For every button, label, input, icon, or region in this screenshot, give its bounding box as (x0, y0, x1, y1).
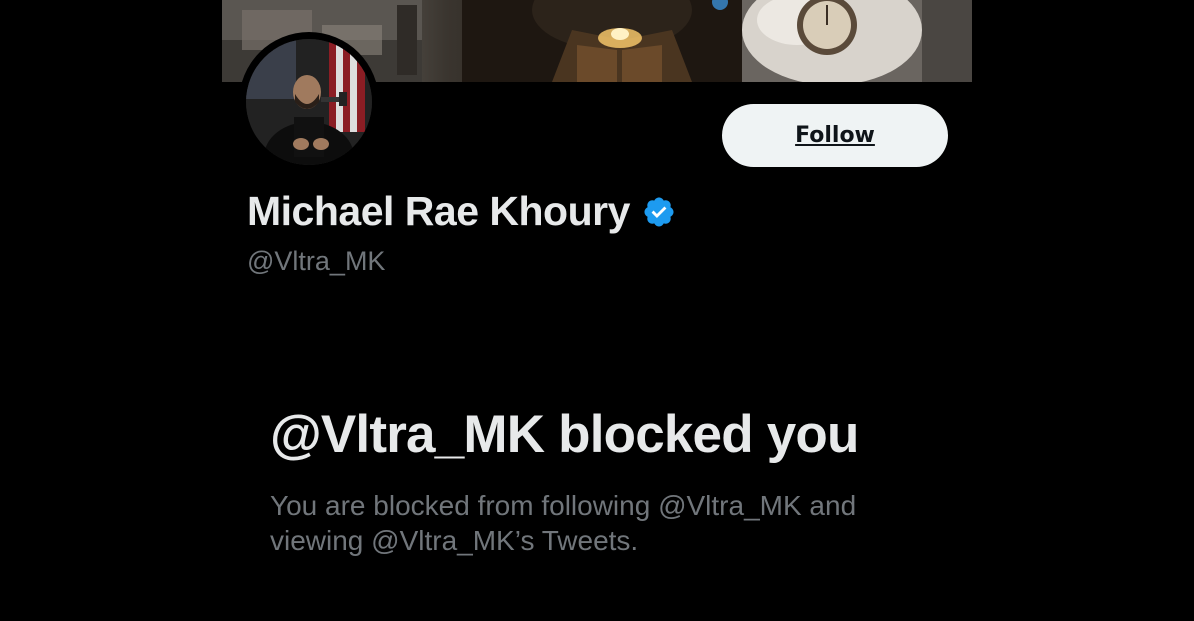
profile-page: Follow Michael Rae Khoury @Vltra_MK @Vlt… (0, 0, 1194, 621)
blocked-title: @Vltra_MK blocked you (270, 405, 859, 464)
profile-avatar[interactable] (239, 32, 379, 172)
follow-button[interactable]: Follow (722, 104, 948, 167)
profile-display-name: Michael Rae Khoury (247, 188, 630, 234)
profile-handle: @Vltra_MK (247, 246, 386, 276)
blocked-description: You are blocked from following @Vltra_MK… (270, 490, 857, 556)
verified-badge-icon[interactable] (642, 195, 676, 229)
avatar-photo (246, 39, 372, 165)
profile-name-row: Michael Rae Khoury (247, 188, 676, 235)
